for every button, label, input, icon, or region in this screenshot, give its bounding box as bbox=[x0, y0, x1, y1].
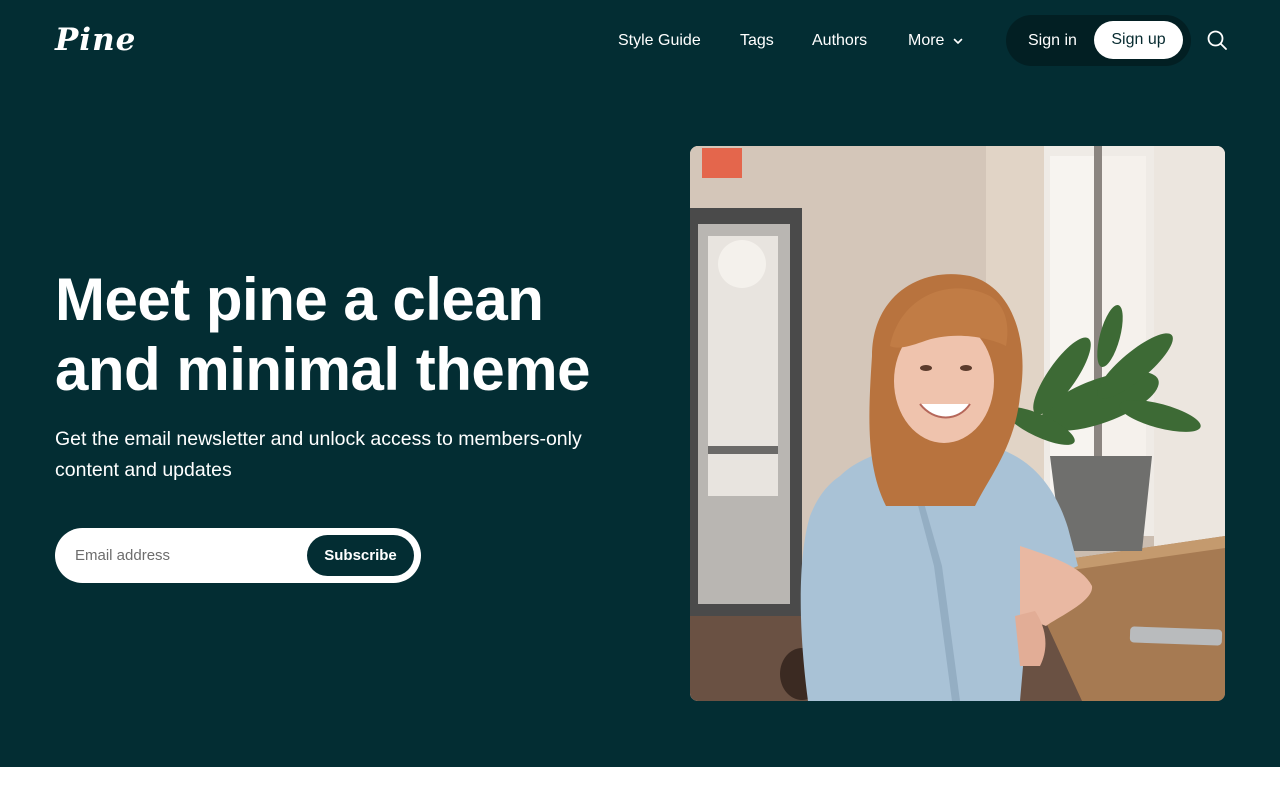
hero-headline: Meet pine a clean and minimal theme bbox=[55, 266, 590, 403]
sign-up-button[interactable]: Sign up bbox=[1094, 21, 1183, 59]
hero-subtext: Get the email newsletter and unlock acce… bbox=[55, 428, 582, 481]
sign-in-button[interactable]: Sign in bbox=[1028, 28, 1077, 54]
nav-tags[interactable]: Tags bbox=[740, 28, 774, 54]
site-logo[interactable]: Pine bbox=[55, 20, 136, 60]
nav-authors[interactable]: Authors bbox=[812, 28, 867, 54]
nav-more-label: More bbox=[908, 32, 945, 49]
hero-section: Pine Style Guide Tags Authors More Sign … bbox=[0, 0, 1280, 767]
hero-photo bbox=[690, 146, 1225, 701]
subscribe-form: Subscribe bbox=[55, 528, 421, 583]
hero-photo-illustration bbox=[690, 146, 1225, 701]
search-icon bbox=[1207, 30, 1227, 50]
chevron-down-icon bbox=[954, 38, 963, 44]
email-input[interactable] bbox=[73, 538, 303, 573]
search-button[interactable] bbox=[1206, 29, 1228, 51]
subscribe-button[interactable]: Subscribe bbox=[307, 535, 414, 576]
nav-style-guide[interactable]: Style Guide bbox=[618, 28, 701, 54]
nav-more-dropdown[interactable]: More bbox=[908, 28, 964, 54]
